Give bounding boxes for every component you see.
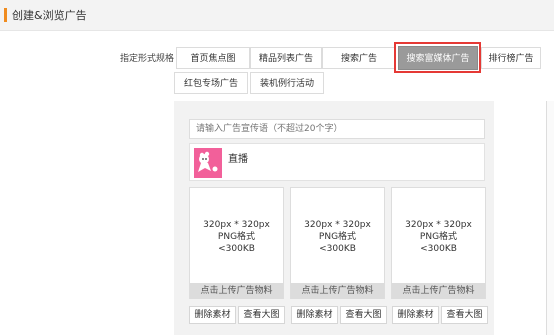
card-limit: <300KB (319, 244, 356, 254)
upload-card-2: 320px * 320px PNG格式 <300KB 点击上传广告物料 (290, 187, 385, 299)
live-label: 直播 (228, 154, 248, 165)
card-limit: <300KB (218, 244, 255, 254)
delete-material-button-2[interactable]: 删除素材 (291, 306, 338, 324)
delete-material-button-3[interactable]: 删除素材 (392, 306, 439, 324)
card-spec: 320px * 320px PNG格式 <300KB (291, 219, 384, 255)
card-spec: 320px * 320px PNG格式 <300KB (392, 219, 485, 255)
delete-material-button-1[interactable]: 删除素材 (189, 306, 236, 324)
selected-tab-highlight (394, 42, 481, 73)
upload-material-button[interactable]: 点击上传广告物料 (291, 283, 384, 299)
card-format: PNG格式 (217, 232, 256, 242)
header-accent-bar (4, 8, 7, 22)
card-size: 320px * 320px (304, 220, 371, 230)
card-size: 320px * 320px (203, 220, 270, 230)
page-title: 创建&浏览广告 (12, 9, 87, 22)
tab-search-ad[interactable]: 搜索广告 (322, 47, 396, 69)
tab-install-routine[interactable]: 装机例行活动 (250, 72, 324, 94)
page: 创建&浏览广告 指定形式规格 首页焦点图 精品列表广告 搜索广告 搜索富媒体广告… (0, 0, 554, 335)
card-spec: 320px * 320px PNG格式 <300KB (190, 219, 283, 255)
view-large-button-3[interactable]: 查看大图 (441, 306, 488, 324)
format-spec-label: 指定形式规格 (120, 54, 175, 64)
upload-material-button[interactable]: 点击上传广告物料 (392, 283, 485, 299)
card-format: PNG格式 (318, 232, 357, 242)
live-item: 直播 (189, 143, 485, 181)
card-format: PNG格式 (419, 232, 458, 242)
view-large-button-2[interactable]: 查看大图 (340, 306, 387, 324)
upload-card-3: 320px * 320px PNG格式 <300KB 点击上传广告物料 (391, 187, 486, 299)
live-thumbnail (194, 148, 222, 178)
tab-red-packet-ad[interactable]: 红包专场广告 (174, 72, 248, 94)
tab-featured-list-ad[interactable]: 精品列表广告 (250, 47, 322, 69)
card-size: 320px * 320px (405, 220, 472, 230)
upload-card-1: 320px * 320px PNG格式 <300KB 点击上传广告物料 (189, 187, 284, 299)
upload-material-button[interactable]: 点击上传广告物料 (190, 283, 283, 299)
card-limit: <300KB (420, 244, 457, 254)
view-large-button-1[interactable]: 查看大图 (238, 306, 285, 324)
page-header: 创建&浏览广告 (0, 0, 554, 31)
ad-slogan-input[interactable] (189, 119, 485, 139)
scroll-edge (546, 101, 554, 335)
tab-ranking-ad[interactable]: 排行榜广告 (481, 47, 541, 69)
tab-homepage-focus[interactable]: 首页焦点图 (176, 47, 250, 69)
